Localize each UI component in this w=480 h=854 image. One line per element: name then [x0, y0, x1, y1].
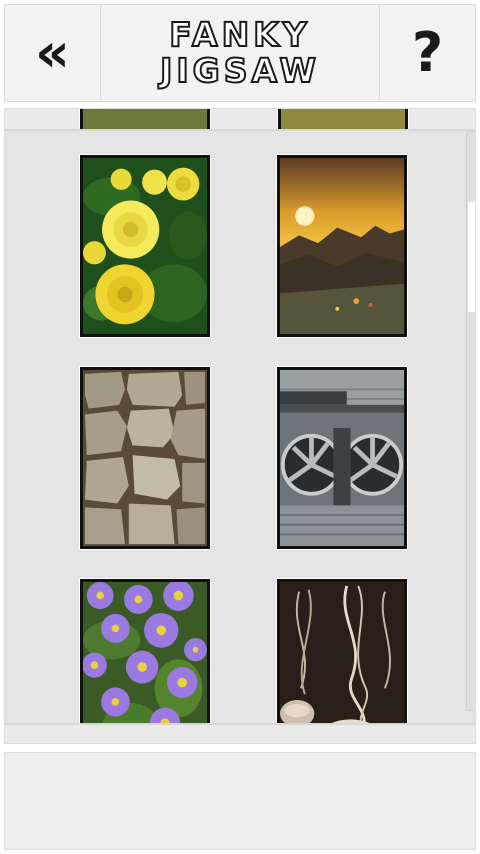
- app-title-line-1: FANKY: [168, 15, 311, 54]
- puzzle-thumbnail-purple-asters[interactable]: [80, 579, 210, 723]
- puzzle-thumbnail-jellyfish[interactable]: [277, 579, 407, 723]
- double-chevron-left-icon: «: [35, 21, 70, 84]
- gallery-scrollbar-thumb[interactable]: [468, 202, 475, 312]
- puzzle-gallery[interactable]: [4, 108, 476, 744]
- bottom-panel: [4, 752, 476, 850]
- back-button[interactable]: «: [5, 5, 101, 101]
- puzzle-thumbnail-industrial-fans[interactable]: [277, 367, 407, 549]
- gallery-scrollbar[interactable]: [466, 131, 475, 711]
- gallery-panel: [5, 129, 475, 725]
- puzzle-thumbnail-stone-wall[interactable]: [80, 367, 210, 549]
- puzzle-thumbnail-mountain-sunset[interactable]: [277, 155, 407, 337]
- app-title: FANKY JIGSAW: [102, 5, 378, 101]
- top-bar: « FANKY JIGSAW ?: [4, 4, 476, 102]
- help-button[interactable]: ?: [379, 5, 475, 101]
- app-title-line-2: JIGSAW: [159, 51, 320, 90]
- question-mark-icon: ?: [411, 21, 444, 84]
- puzzle-thumbnail-yellow-roses[interactable]: [80, 155, 210, 337]
